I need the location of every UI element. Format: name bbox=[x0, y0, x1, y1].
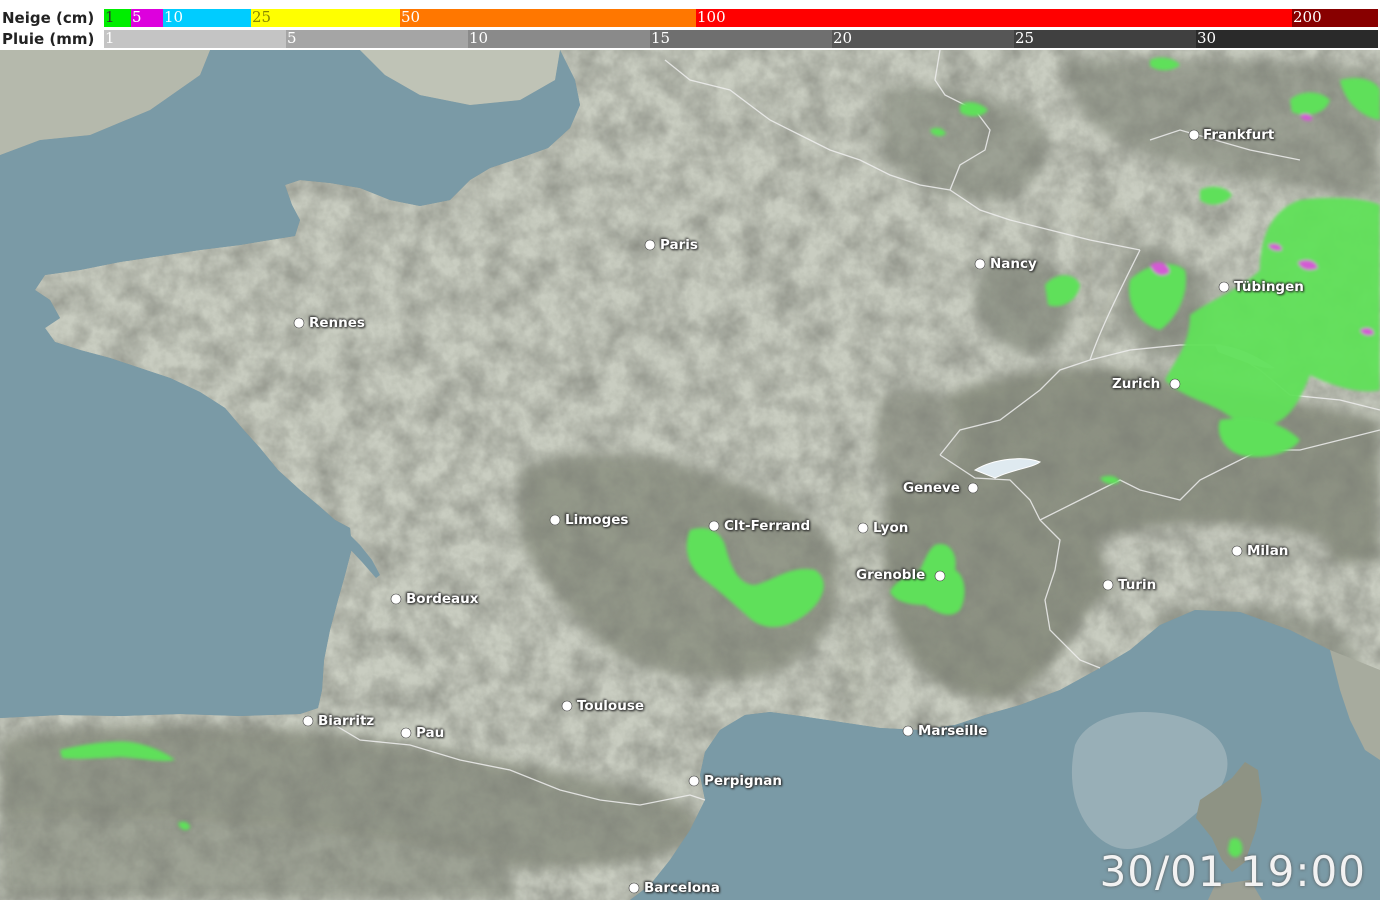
biarritz-dot[interactable] bbox=[302, 715, 314, 727]
snow-segment-label: 50 bbox=[401, 8, 421, 26]
city-label-perpignan: Perpignan bbox=[704, 773, 782, 789]
toulouse-dot[interactable] bbox=[561, 700, 573, 712]
rain-segment: 20 bbox=[832, 29, 1014, 48]
rain-legend-title: Pluie (mm) bbox=[2, 30, 95, 48]
paris-dot[interactable] bbox=[644, 239, 656, 251]
rain-segment-label: 20 bbox=[833, 29, 853, 47]
grenoble-dot[interactable] bbox=[934, 570, 946, 582]
snow-segment: 200 bbox=[1292, 8, 1378, 27]
snow-segment-label: 100 bbox=[697, 8, 726, 26]
city-label-paris: Paris bbox=[660, 237, 698, 253]
snow-legend-title: Neige (cm) bbox=[2, 9, 95, 27]
rain-segment-label: 25 bbox=[1015, 29, 1035, 47]
snow-segment: 50 bbox=[400, 8, 696, 27]
snow-segment-label: 1 bbox=[105, 8, 115, 26]
tubingen-dot[interactable] bbox=[1218, 281, 1230, 293]
city-label-biarritz: Biarritz bbox=[318, 713, 375, 729]
clermont-ferrand-dot[interactable] bbox=[708, 520, 720, 532]
snow-segment-label: 5 bbox=[132, 8, 142, 26]
snow-segment: 10 bbox=[163, 8, 251, 27]
snow-segment: 5 bbox=[131, 8, 163, 27]
city-label-barcelona: Barcelona bbox=[644, 880, 720, 896]
city-label-grenoble: Grenoble bbox=[856, 567, 926, 583]
city-label-toulouse: Toulouse bbox=[577, 698, 645, 714]
limoges-dot[interactable] bbox=[549, 514, 561, 526]
snow-segment: 100 bbox=[696, 8, 1292, 27]
rain-segment: 15 bbox=[650, 29, 832, 48]
snow-segment: 25 bbox=[251, 8, 400, 27]
forecast-timestamp: 30/01 19:00 bbox=[1099, 847, 1366, 896]
city-label-milan: Milan bbox=[1247, 543, 1289, 559]
barcelona-dot[interactable] bbox=[628, 882, 640, 894]
frankfurt-dot[interactable] bbox=[1188, 129, 1200, 141]
city-label-marseille: Marseille bbox=[918, 723, 988, 739]
city-label-lyon: Lyon bbox=[873, 520, 909, 536]
geneve-dot[interactable] bbox=[967, 482, 979, 494]
city-label-bordeaux: Bordeaux bbox=[406, 591, 479, 607]
snow-segment-label: 10 bbox=[164, 8, 184, 26]
perpignan-dot[interactable] bbox=[688, 775, 700, 787]
city-label-limoges: Limoges bbox=[565, 512, 629, 528]
city-label-frankfurt: Frankfurt bbox=[1203, 127, 1275, 143]
city-label-tubingen: Tübingen bbox=[1234, 279, 1304, 295]
rain-legend: Pluie (mm) 1 5 10 15 20 25 30 bbox=[0, 29, 1380, 49]
rain-segment: 25 bbox=[1014, 29, 1196, 48]
rain-segment: 1 bbox=[104, 29, 286, 48]
city-label-clermont-ferrand: Clt-Ferrand bbox=[724, 518, 811, 534]
city-label-rennes: Rennes bbox=[309, 315, 365, 331]
pau-dot[interactable] bbox=[400, 727, 412, 739]
milan-dot[interactable] bbox=[1231, 545, 1243, 557]
rain-segment-label: 1 bbox=[105, 29, 115, 47]
city-label-turin: Turin bbox=[1118, 577, 1157, 593]
rain-segment: 5 bbox=[286, 29, 468, 48]
snow-rain-forecast-map: Neige (cm) 1 5 10 25 50 100 200 Pluie (m… bbox=[0, 0, 1380, 900]
snow-legend-bar: 1 5 10 25 50 100 200 bbox=[104, 8, 1378, 27]
relief-map[interactable] bbox=[0, 50, 1380, 900]
snow-segment-label: 25 bbox=[252, 8, 272, 26]
rain-segment-label: 30 bbox=[1197, 29, 1217, 47]
rain-segment-label: 15 bbox=[651, 29, 671, 47]
turin-dot[interactable] bbox=[1102, 579, 1114, 591]
marseille-dot[interactable] bbox=[902, 725, 914, 737]
rain-segment-label: 10 bbox=[469, 29, 489, 47]
nancy-dot[interactable] bbox=[974, 258, 986, 270]
rain-segment: 30 bbox=[1196, 29, 1378, 48]
city-label-geneve: Geneve bbox=[903, 480, 960, 496]
snow-segment: 1 bbox=[104, 8, 131, 27]
city-label-zurich: Zurich bbox=[1112, 376, 1161, 392]
rain-segment-label: 5 bbox=[287, 29, 297, 47]
rain-legend-bar: 1 5 10 15 20 25 30 bbox=[104, 29, 1378, 48]
snow-legend: Neige (cm) 1 5 10 25 50 100 200 bbox=[0, 8, 1380, 28]
snow-segment-label: 200 bbox=[1293, 8, 1322, 26]
city-label-nancy: Nancy bbox=[990, 256, 1037, 272]
zurich-dot[interactable] bbox=[1169, 378, 1181, 390]
rain-segment: 10 bbox=[468, 29, 650, 48]
rennes-dot[interactable] bbox=[293, 317, 305, 329]
city-label-pau: Pau bbox=[416, 725, 445, 741]
legend: Neige (cm) 1 5 10 25 50 100 200 Pluie (m… bbox=[0, 0, 1380, 50]
lyon-dot[interactable] bbox=[857, 522, 869, 534]
bordeaux-dot[interactable] bbox=[390, 593, 402, 605]
